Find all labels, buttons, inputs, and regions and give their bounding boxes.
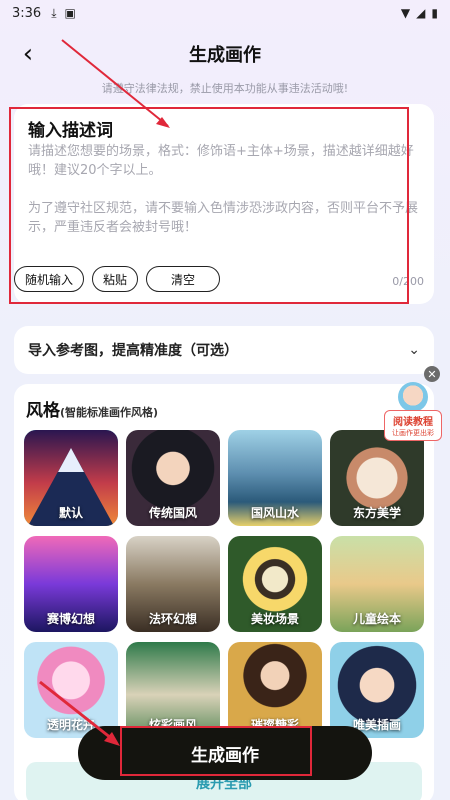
style-tile-oriental[interactable]: 东方美学 xyxy=(330,430,424,526)
style-tile-illustration[interactable]: 唯美插画 xyxy=(330,642,424,738)
style-tile-default[interactable]: 默认 xyxy=(24,430,118,526)
tutorial-subtitle: 让画作更出彩 xyxy=(392,429,434,437)
status-bar: 3:36 ⤓ ▣ ▼ ◢ ▮ xyxy=(0,0,450,26)
prompt-input[interactable]: 请描述您想要的场景，格式：修饰语+主体+场景，描述越详细越好哦！建议20个字以上… xyxy=(28,142,424,256)
style-tile-candy[interactable]: 璀璨糖彩 xyxy=(228,642,322,738)
status-time: 3:36 xyxy=(12,5,42,21)
style-title: 风格 xyxy=(26,401,60,421)
style-tile-label: 国风山水 xyxy=(250,506,299,520)
mascot-avatar xyxy=(398,382,428,412)
notification-a-icon: ▣ xyxy=(64,6,76,20)
style-tile-label: 东方美学 xyxy=(352,506,401,520)
random-input-button[interactable]: 随机输入 xyxy=(14,266,85,292)
import-reference-row[interactable]: 导入参考图，提高精准度（可选） ⌄ xyxy=(14,326,434,374)
style-tile-traditional[interactable]: 传统国风 xyxy=(126,430,220,526)
style-tile-fantasy[interactable]: 法环幻想 xyxy=(126,536,220,632)
style-tile-landscape[interactable]: 国风山水 xyxy=(228,430,322,526)
tutorial-sticker: 阅读教程 让画作更出彩 xyxy=(384,410,442,441)
style-tile-label: 美妆场景 xyxy=(250,612,299,626)
tutorial-title: 阅读教程 xyxy=(393,417,433,428)
import-reference-label: 导入参考图，提高精准度（可选） xyxy=(28,343,238,359)
char-counter: 0/200 xyxy=(392,275,424,288)
page-title: 生成画作 xyxy=(189,45,261,66)
prompt-title: 输入描述词 xyxy=(28,121,113,141)
back-arrow-icon[interactable]: ‹ xyxy=(12,38,44,70)
style-tile-label: 传统国风 xyxy=(148,506,197,520)
style-tile-makeup[interactable]: 美妆场景 xyxy=(228,536,322,632)
paste-button[interactable]: 粘贴 xyxy=(92,266,139,292)
legal-notice: 请遵守法律法规，禁止使用本功能从事违法活动哦! xyxy=(101,82,349,95)
close-icon[interactable]: ✕ xyxy=(424,366,440,382)
style-header: 风格 (智能标准画作风格) xyxy=(26,396,158,421)
style-subtitle: (智能标准画作风格) xyxy=(60,406,159,419)
generate-button[interactable]: 生成画作 xyxy=(78,726,372,780)
style-tile-label: 儿童绘本 xyxy=(352,612,401,626)
style-tile-flowers[interactable]: 透明花卉 xyxy=(24,642,118,738)
prompt-chips: 随机输入 粘贴 清空 xyxy=(14,266,221,292)
style-tile-label: 法环幻想 xyxy=(148,612,197,626)
wifi-icon: ▼ xyxy=(400,6,411,20)
style-tile-label: 赛博幻想 xyxy=(46,612,95,626)
download-icon: ⤓ xyxy=(51,5,57,20)
style-tile-picturebook[interactable]: 儿童绘本 xyxy=(330,536,424,632)
tutorial-badge[interactable]: 阅读教程 让画作更出彩 xyxy=(384,382,442,441)
header: ‹ 生成画作 xyxy=(0,34,450,74)
prompt-placeholder-1: 请描述您想要的场景，格式：修饰语+主体+场景，描述越详细越好哦！建议20个字以上… xyxy=(28,144,414,178)
status-icons: ▼ ◢ ▮ xyxy=(401,6,438,20)
clear-button[interactable]: 清空 xyxy=(146,266,221,292)
signal-icon: ◢ xyxy=(416,6,426,20)
style-tile-colorful[interactable]: 炫彩画风 xyxy=(126,642,220,738)
battery-icon: ▮ xyxy=(431,6,438,20)
style-tile-cyber[interactable]: 赛博幻想 xyxy=(24,536,118,632)
style-grid: 默认 传统国风 国风山水 东方美学 赛博幻想 法环幻想 美妆场景 儿童绘本 透明… xyxy=(24,430,424,738)
prompt-placeholder-2: 为了遵守社区规范，请不要输入色情涉恐涉政内容，否则平台不予展示，严重违反者会被封… xyxy=(28,201,419,235)
chevron-down-icon[interactable]: ⌄ xyxy=(408,342,420,358)
style-tile-label: 默认 xyxy=(58,506,83,520)
